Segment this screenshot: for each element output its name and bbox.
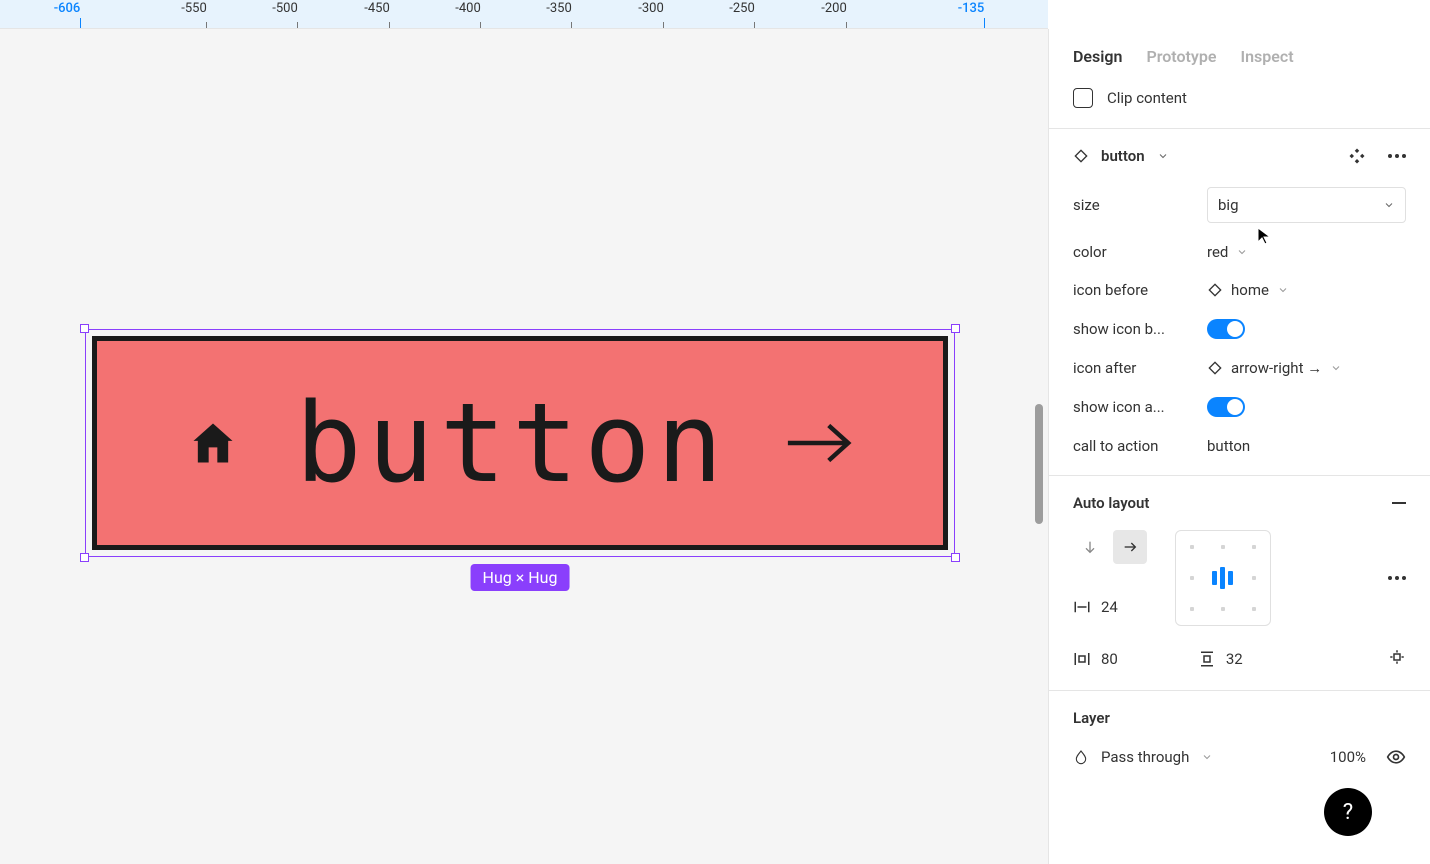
home-icon [186, 417, 240, 469]
spacing-value[interactable]: 24 [1101, 598, 1118, 616]
prop-color-select[interactable]: red [1207, 243, 1406, 261]
panel-tabs: Design Prototype Inspect [1049, 29, 1430, 66]
arrow-right-icon [784, 419, 854, 467]
alignment-selector[interactable] [1175, 530, 1271, 626]
blend-mode-icon [1073, 749, 1089, 765]
prop-show-icon-after-label: show icon a... [1073, 398, 1203, 416]
prop-show-icon-before-toggle[interactable] [1207, 319, 1245, 339]
variants-icon[interactable] [1348, 147, 1366, 165]
blend-mode-value[interactable]: Pass through [1101, 748, 1189, 766]
tab-inspect[interactable]: Inspect [1240, 47, 1293, 66]
alignment-center-icon [1212, 567, 1233, 589]
prop-icon-after-select[interactable]: arrow-right → [1207, 359, 1406, 377]
padding-expand-icon[interactable] [1388, 648, 1406, 666]
prop-icon-after-value: arrow-right → [1231, 359, 1322, 377]
opacity-value[interactable]: 100% [1330, 748, 1366, 766]
chevron-down-icon [1383, 199, 1395, 211]
resize-handle-tr[interactable] [951, 324, 960, 333]
padding-v-value[interactable]: 32 [1226, 650, 1243, 668]
tab-design[interactable]: Design [1073, 47, 1122, 66]
padding-horizontal-icon [1073, 650, 1091, 668]
ruler-tick: -400 [455, 0, 481, 18]
clip-content-label: Clip content [1107, 89, 1187, 107]
padding-h-value[interactable]: 80 [1101, 650, 1118, 668]
component-name: button [1101, 147, 1145, 165]
resize-handle-br[interactable] [951, 553, 960, 562]
tab-prototype[interactable]: Prototype [1146, 47, 1216, 66]
prop-cta-label: call to action [1073, 437, 1203, 455]
chevron-down-icon [1277, 284, 1289, 296]
horizontal-ruler: -606 -550 -500 -450 -400 -350 -300 -250 … [0, 0, 1048, 29]
direction-horizontal-button[interactable] [1113, 530, 1147, 564]
prop-icon-before-select[interactable]: home [1207, 281, 1406, 299]
component-icon [1073, 148, 1089, 164]
prop-size-select[interactable]: big [1207, 187, 1406, 223]
canvas-button-label: button [295, 388, 728, 498]
more-icon[interactable] [1388, 154, 1406, 158]
prop-size-label: size [1073, 196, 1203, 214]
chevron-down-icon [1236, 246, 1248, 258]
prop-size-value: big [1218, 196, 1239, 214]
ruler-tick: -250 [729, 0, 755, 18]
prop-color-label: color [1073, 243, 1203, 261]
ruler-start: -606 [54, 0, 81, 18]
component-icon [1207, 360, 1223, 376]
prop-icon-before-value: home [1231, 281, 1269, 299]
spacing-between-icon [1073, 598, 1091, 616]
prop-icon-before-label: icon before [1073, 281, 1203, 299]
size-badge: Hug × Hug [471, 564, 570, 591]
layer-title: Layer [1073, 709, 1110, 727]
ruler-end: -135 [958, 0, 985, 18]
clip-content-checkbox[interactable] [1073, 88, 1093, 108]
auto-layout-title: Auto layout [1073, 494, 1149, 512]
component-icon [1207, 282, 1223, 298]
direction-vertical-button[interactable] [1073, 530, 1107, 564]
prop-color-value: red [1207, 243, 1228, 261]
chevron-down-icon [1330, 362, 1342, 374]
help-button[interactable]: ? [1324, 788, 1372, 836]
canvas[interactable]: button Hug × Hug [0, 29, 1048, 864]
prop-show-icon-after-toggle[interactable] [1207, 397, 1245, 417]
ruler-tick: -200 [821, 0, 847, 18]
chevron-down-icon[interactable] [1201, 751, 1213, 763]
prop-cta-value[interactable]: button [1207, 437, 1406, 455]
vertical-scrollbar[interactable] [1035, 404, 1043, 524]
resize-handle-tl[interactable] [80, 324, 89, 333]
ruler-tick: -350 [546, 0, 572, 18]
ruler-tick: -550 [181, 0, 207, 18]
selected-component[interactable]: button Hug × Hug [85, 329, 955, 557]
chevron-down-icon[interactable] [1157, 150, 1169, 162]
design-panel: Design Prototype Inspect Clip content bu… [1048, 29, 1430, 864]
ruler-tick: -450 [364, 0, 390, 18]
ruler-tick: -500 [272, 0, 298, 18]
prop-show-icon-before-label: show icon b... [1073, 320, 1203, 338]
remove-auto-layout-icon[interactable] [1392, 502, 1406, 504]
padding-vertical-icon [1198, 650, 1216, 668]
prop-icon-after-label: icon after [1073, 359, 1203, 377]
visibility-icon[interactable] [1386, 747, 1406, 767]
ruler-tick: -300 [638, 0, 664, 18]
auto-layout-more-icon[interactable] [1388, 576, 1406, 580]
canvas-button[interactable]: button [92, 336, 948, 550]
resize-handle-bl[interactable] [80, 553, 89, 562]
